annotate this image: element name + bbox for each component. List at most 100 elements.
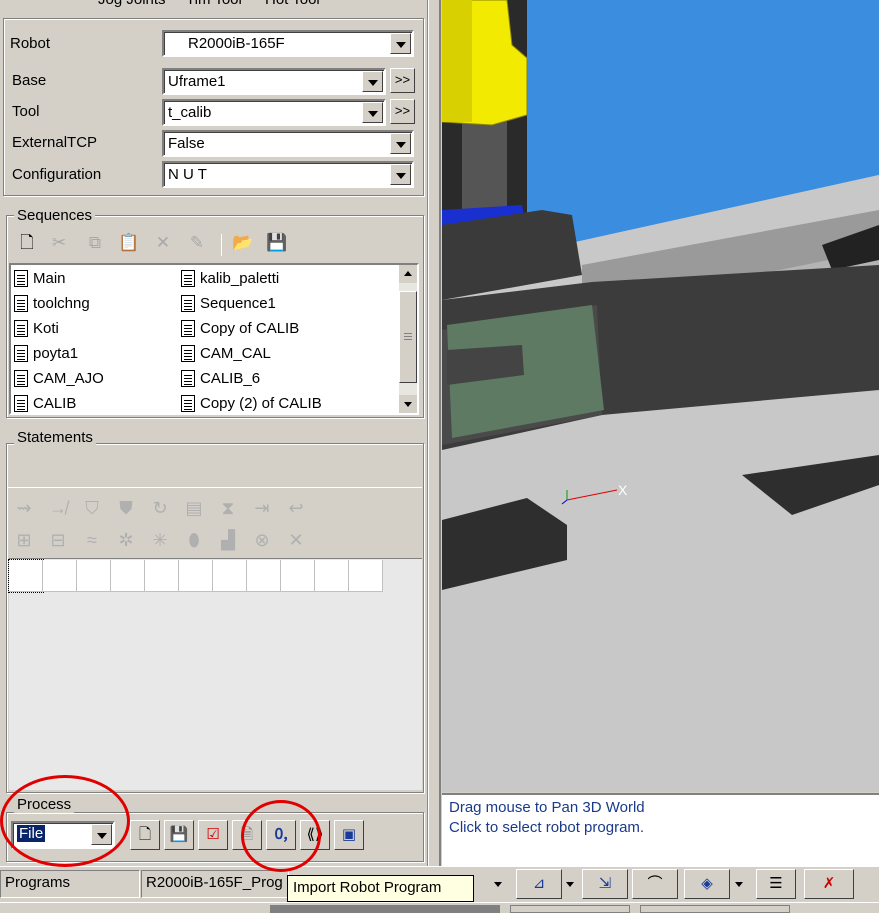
scroll-down-icon[interactable] — [399, 395, 417, 413]
grid-cell[interactable] — [111, 560, 145, 592]
tool-more-button[interactable]: >> — [390, 99, 415, 124]
joint-move-icon[interactable]: ↛ — [46, 496, 70, 520]
view-axes-button[interactable]: ⊿ — [516, 869, 562, 899]
path-icon: ⌒ — [647, 875, 663, 892]
disconnect-button[interactable]: ✗ — [804, 869, 854, 899]
list-item[interactable]: CAM_AJO — [14, 366, 104, 390]
grid-cell[interactable] — [179, 560, 213, 592]
configuration-select[interactable]: N U T — [162, 161, 414, 188]
grid-cell[interactable] — [145, 560, 179, 592]
set-output-icon[interactable]: ⊞ — [12, 528, 36, 552]
3d-scene[interactable]: X — [442, 0, 879, 792]
external-tcp-select[interactable]: False — [162, 130, 414, 157]
grid-cell[interactable] — [315, 560, 349, 592]
external-tcp-value: False — [168, 135, 205, 152]
grid-cell[interactable] — [8, 559, 44, 593]
chevron-down-icon[interactable] — [390, 164, 411, 185]
release-icon[interactable]: ✳ — [148, 528, 172, 552]
base-more-button[interactable]: >> — [390, 68, 415, 93]
scroll-thumb[interactable] — [399, 291, 417, 383]
grid-cell[interactable] — [213, 560, 247, 592]
rotate-icon[interactable]: ↻ — [148, 496, 172, 520]
scroll-up-icon[interactable] — [399, 265, 417, 283]
message-line-1: Drag mouse to Pan 3D World — [449, 799, 645, 816]
list-item[interactable]: Sequence1 — [181, 291, 276, 315]
open-folder-icon[interactable]: 📂 — [232, 232, 254, 254]
tab-tim-tool[interactable]: Tim Tool — [186, 0, 242, 8]
tool-select[interactable]: t_calib — [162, 99, 386, 126]
network-disconnect-icon: ✗ — [822, 875, 836, 892]
robot-select[interactable]: R2000iB-165F — [162, 30, 414, 57]
check-program-button[interactable]: ☑ — [198, 820, 228, 850]
sequence-list[interactable]: Main kalib_paletti toolchng Sequence1 Ko… — [9, 263, 419, 415]
chevron-down-icon[interactable] — [390, 133, 411, 154]
tool-label: Tool — [12, 103, 40, 120]
stack-icon[interactable]: ▟ — [216, 528, 240, 552]
wait-input-icon[interactable]: ⊟ — [46, 528, 70, 552]
list-item[interactable]: kalib_paletti — [181, 266, 279, 290]
grasp-icon[interactable]: ✲ — [114, 528, 138, 552]
save-icon[interactable]: 💾 — [266, 232, 288, 254]
message-panel: Drag mouse to Pan 3D World Click to sele… — [442, 793, 879, 866]
call-sequence-icon[interactable]: ⇥ — [250, 496, 274, 520]
gripper-close-icon[interactable]: ⛊ — [114, 496, 138, 520]
list-item[interactable]: poyta1 — [14, 341, 78, 365]
delete-icon[interactable]: ✕ — [152, 232, 174, 254]
tab-hot-tool[interactable]: Hot Tool — [265, 0, 320, 8]
new-sequence-icon[interactable]: 🗋 — [16, 232, 38, 254]
remove-icon[interactable]: ✕ — [284, 528, 308, 552]
statements-grid[interactable] — [8, 558, 422, 790]
base-select-value: Uframe1 — [168, 73, 226, 90]
base-select[interactable]: Uframe1 — [162, 68, 386, 95]
signal-icon[interactable]: ≈ — [80, 528, 104, 552]
3d-world-view[interactable]: X — [442, 0, 879, 792]
frames-button[interactable]: ⇲ — [582, 869, 628, 899]
grid-cell[interactable] — [77, 560, 111, 592]
path-button[interactable]: ⌒ — [632, 869, 678, 899]
grid-cell[interactable] — [43, 560, 77, 592]
x-axis-label: X — [618, 482, 628, 498]
panel-splitter[interactable] — [428, 0, 441, 866]
properties-icon[interactable]: ✎ — [186, 232, 208, 254]
linear-move-icon[interactable]: ⇝ — [12, 496, 36, 520]
axes-icon: ⊿ — [532, 875, 546, 892]
list-view-button[interactable]: ☰ — [756, 869, 796, 899]
list-item[interactable]: Koti — [14, 316, 59, 340]
toolbar-dropdown[interactable] — [488, 871, 510, 897]
list-item[interactable]: Copy of CALIB — [181, 316, 299, 340]
cut-icon[interactable]: ✂ — [48, 232, 70, 254]
grid-cell[interactable] — [349, 560, 383, 592]
sequence-list-scrollbar[interactable] — [399, 265, 417, 413]
robot-label: Robot — [10, 35, 51, 52]
chevron-down-icon[interactable] — [735, 882, 743, 887]
document-icon — [14, 319, 28, 337]
chevron-down-icon[interactable] — [362, 102, 383, 123]
list-item[interactable]: CALIB — [14, 391, 76, 415]
save-program-button[interactable]: 💾 — [164, 820, 194, 850]
new-program-button[interactable]: 🗋 — [130, 820, 160, 850]
document-icon — [14, 294, 28, 312]
tab-jog-joints[interactable]: Jog Joints — [98, 0, 166, 8]
list-icon: ☰ — [769, 875, 783, 892]
grid-cell[interactable] — [247, 560, 281, 592]
delay-icon[interactable]: ⧗ — [216, 496, 240, 520]
chevron-down-icon[interactable] — [566, 882, 574, 887]
process-icon[interactable]: ⬮ — [182, 528, 206, 552]
grid-cell[interactable] — [281, 560, 315, 592]
chevron-down-icon[interactable] — [390, 33, 411, 54]
gripper-open-icon[interactable]: ⛉ — [80, 496, 104, 520]
list-item[interactable]: Main — [14, 266, 66, 290]
list-item[interactable]: toolchng — [14, 291, 90, 315]
return-icon[interactable]: ↩ — [284, 496, 308, 520]
copy-icon[interactable]: ⧉ — [84, 232, 106, 254]
layers-button[interactable]: ◈ — [684, 869, 730, 899]
list-item[interactable]: Copy (2) of CALIB — [181, 391, 322, 415]
comment-icon[interactable]: ▤ — [182, 496, 206, 520]
program-list-button[interactable]: ▣ — [334, 820, 364, 850]
chevron-down-icon[interactable] — [362, 71, 383, 92]
list-item[interactable]: CALIB_6 — [181, 366, 260, 390]
list-item[interactable]: CAM_CAL — [181, 341, 271, 365]
paste-icon[interactable]: 📋 — [118, 232, 140, 254]
robot-arm-shadow — [442, 0, 472, 122]
stop-icon[interactable]: ⊗ — [250, 528, 274, 552]
